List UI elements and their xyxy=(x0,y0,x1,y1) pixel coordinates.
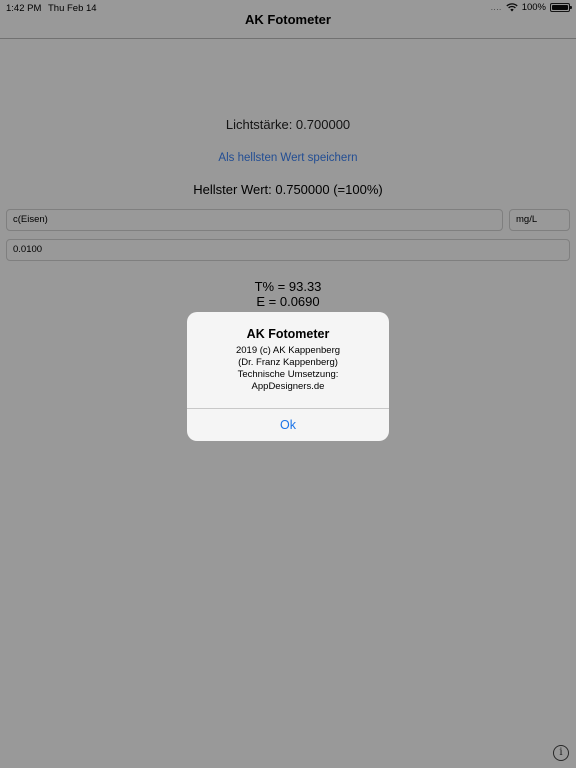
alert-message-line: 2019 (c) AK Kappenberg xyxy=(235,345,341,356)
alert-message-line: Technische Umsetzung: xyxy=(237,369,339,380)
alert-message-line: (Dr. Franz Kappenberg) xyxy=(238,357,338,368)
alert-message-line: AppDesigners.de xyxy=(251,381,325,392)
about-alert: AK Fotometer 2019 (c) AK Kappenberg (Dr.… xyxy=(187,312,389,441)
ok-button[interactable]: Ok xyxy=(187,409,389,441)
alert-title: AK Fotometer xyxy=(246,327,330,341)
